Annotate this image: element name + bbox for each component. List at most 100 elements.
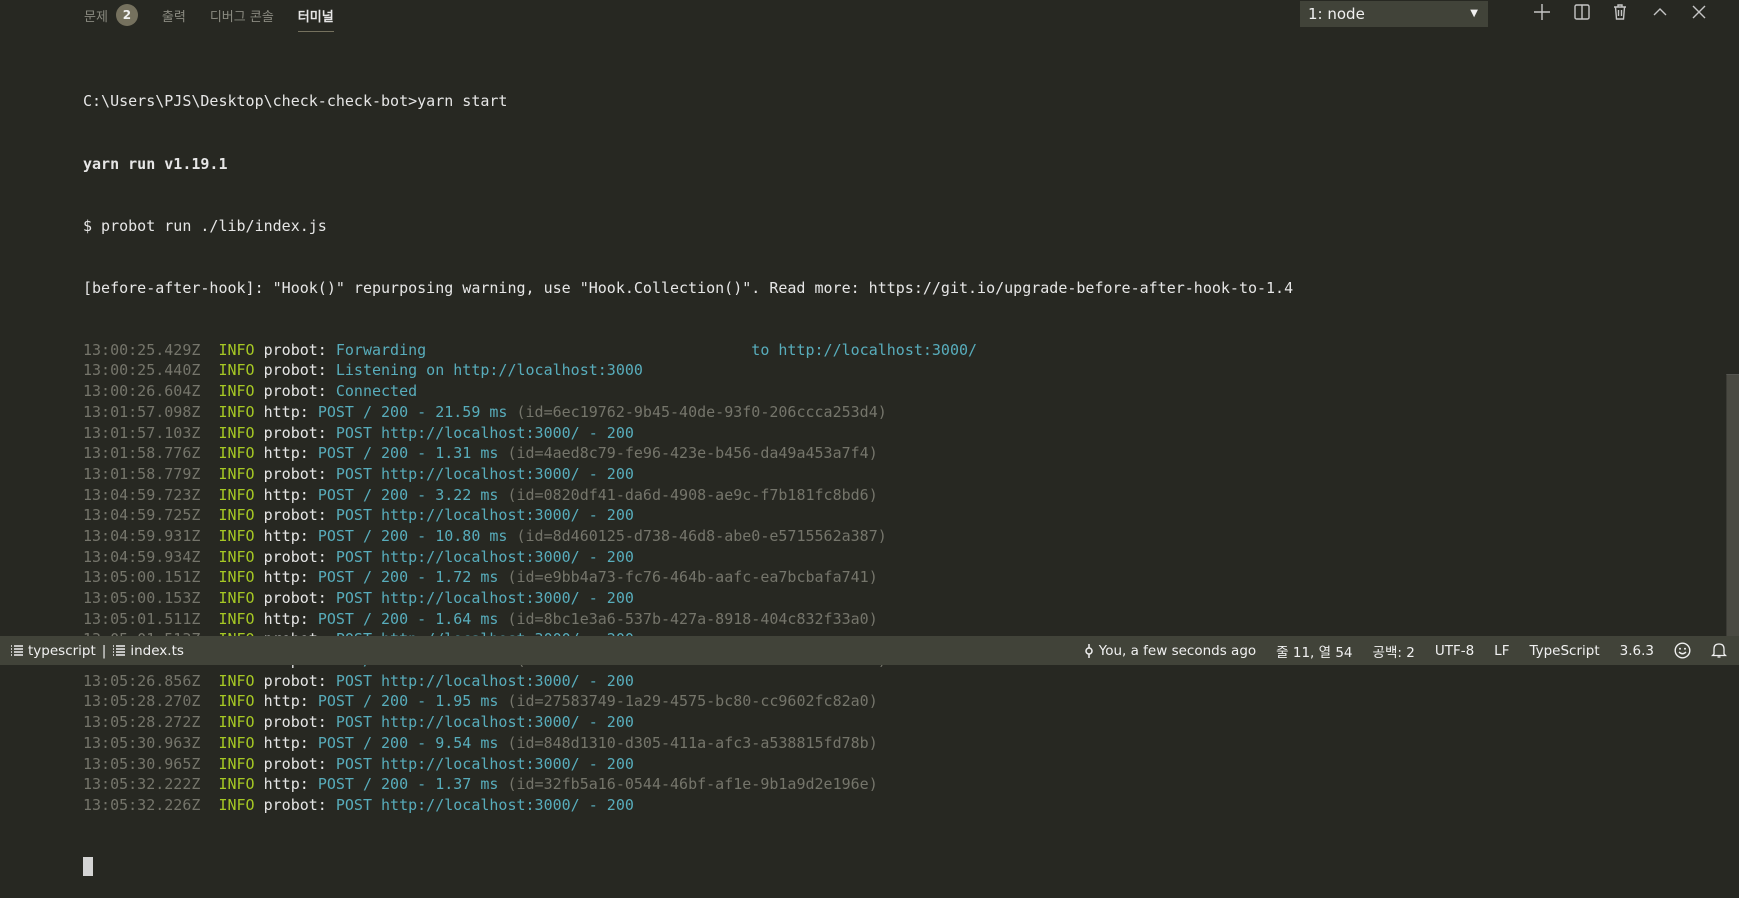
log-source: probot: <box>263 795 327 814</box>
kill-terminal-button[interactable] <box>1608 2 1632 26</box>
log-message: POST / 200 - 1.37 ms <box>317 775 499 794</box>
log-level: INFO <box>218 671 255 690</box>
tab-label: 디버그 콘솔 <box>209 9 274 25</box>
log-timestamp: 13:05:28.270Z <box>83 692 201 711</box>
status-bar: typescript | index.ts You, a few seconds… <box>0 636 1739 665</box>
new-terminal-button[interactable] <box>1530 2 1554 26</box>
log-request-id: (id=e9bb4a73-fc76-464b-aafc-ea7bcbafa741… <box>507 568 878 587</box>
log-message: POST http://localhost:3000/ - 200 <box>335 423 634 442</box>
tab-label: 문제 <box>84 9 108 25</box>
log-message: POST / 200 - 3.22 ms <box>317 485 499 504</box>
log-timestamp: 13:05:00.151Z <box>83 568 201 587</box>
feedback-button[interactable] <box>1674 642 1691 659</box>
terminal-select-value: 1: node <box>1308 5 1365 23</box>
outline-separator: | <box>101 642 107 659</box>
log-message: POST / 200 - 1.95 ms <box>317 692 499 711</box>
log-source: probot: <box>263 671 327 690</box>
log-line: 13:04:59.934Z INFO probot: POST http://l… <box>83 547 1715 568</box>
log-message: Forwarding to http://localhost:3000/ <box>335 340 978 359</box>
log-line: 13:04:59.725Z INFO probot: POST http://l… <box>83 505 1715 526</box>
log-timestamp: 13:05:26.856Z <box>83 671 201 690</box>
log-level: INFO <box>218 547 255 566</box>
log-timestamp: 13:05:00.153Z <box>83 589 201 608</box>
tab-terminal[interactable]: 터미널 <box>297 0 334 32</box>
log-line: 13:00:25.440Z INFO probot: Listening on … <box>83 360 1715 381</box>
log-line: 13:01:58.779Z INFO probot: POST http://l… <box>83 464 1715 485</box>
tab-problems[interactable]: 문제 2 <box>84 0 138 30</box>
log-timestamp: 13:05:30.965Z <box>83 754 201 773</box>
log-timestamp: 13:04:59.931Z <box>83 526 201 545</box>
panel-tabs: 문제 2 출력 디버그 콘솔 터미널 <box>84 0 358 32</box>
list-icon <box>10 644 24 658</box>
ts-version-item[interactable]: 3.6.3 <box>1620 643 1654 659</box>
log-line: 13:01:57.103Z INFO probot: POST http://l… <box>83 423 1715 444</box>
chevron-up-icon <box>1651 3 1669 25</box>
terminal-line: yarn run v1.19.1 <box>83 154 228 173</box>
caret-down-icon: ▼ <box>1470 8 1478 19</box>
terminal-line: [before-after-hook]: "Hook()" repurposin… <box>83 278 1294 297</box>
log-message: POST http://localhost:3000/ - 200 <box>335 754 634 773</box>
log-timestamp: 13:01:57.103Z <box>83 423 201 442</box>
close-panel-button[interactable] <box>1687 2 1711 26</box>
language-mode-item[interactable]: TypeScript <box>1529 643 1599 659</box>
log-message: POST / 200 - 1.31 ms <box>317 444 499 463</box>
log-level: INFO <box>218 609 255 628</box>
encoding-label: UTF-8 <box>1434 642 1475 659</box>
indentation-item[interactable]: 공백: 2 <box>1373 641 1415 661</box>
eol-label: LF <box>1494 642 1510 659</box>
log-source: probot: <box>263 713 327 732</box>
log-line: 13:00:25.429Z INFO probot: Forwarding to… <box>83 340 1715 361</box>
log-message: POST / 200 - 1.64 ms <box>317 609 499 628</box>
eol-item[interactable]: LF <box>1494 643 1509 659</box>
terminal-prompt-line <box>83 857 1715 878</box>
log-timestamp: 13:00:25.429Z <box>83 340 201 359</box>
log-line: 13:00:26.604Z INFO probot: Connected <box>83 381 1715 402</box>
file-outline-item[interactable]: index.ts <box>112 643 184 659</box>
tab-debug-console[interactable]: 디버그 콘솔 <box>210 0 274 30</box>
log-timestamp: 13:01:57.098Z <box>83 402 201 421</box>
cursor-position-item[interactable]: 줄 11, 열 54 <box>1276 641 1352 661</box>
log-line: 13:01:57.098Z INFO http: POST / 200 - 21… <box>83 402 1715 423</box>
cursor-position-label: 줄 11, 열 54 <box>1276 644 1353 661</box>
terminal-output[interactable]: C:\Users\PJS\Desktop\check-check-bot>yar… <box>83 50 1715 898</box>
trash-icon <box>1611 3 1629 25</box>
log-source: http: <box>263 692 309 711</box>
language-outline-item[interactable]: typescript <box>10 643 96 659</box>
log-level: INFO <box>218 775 255 794</box>
smiley-icon <box>1674 642 1691 659</box>
terminal-scrollbar-thumb[interactable] <box>1726 374 1739 637</box>
git-blame-item[interactable]: You, a few seconds ago <box>1084 643 1256 659</box>
log-message: POST http://localhost:3000/ - 200 <box>335 795 634 814</box>
encoding-item[interactable]: UTF-8 <box>1435 643 1474 659</box>
split-terminal-button[interactable] <box>1570 2 1594 26</box>
log-source: http: <box>263 526 309 545</box>
log-line: 13:04:59.723Z INFO http: POST / 200 - 3.… <box>83 485 1715 506</box>
log-level: INFO <box>218 382 255 401</box>
log-level: INFO <box>218 568 255 587</box>
log-source: http: <box>263 402 309 421</box>
plus-icon <box>1533 3 1551 25</box>
file-outline-label: index.ts <box>130 642 184 659</box>
log-line: 13:05:28.272Z INFO probot: POST http://l… <box>83 712 1715 733</box>
log-timestamp: 13:01:58.776Z <box>83 444 201 463</box>
log-request-id: (id=6ec19762-9b45-40de-93f0-206ccca253d4… <box>516 402 887 421</box>
notifications-button[interactable] <box>1711 642 1727 659</box>
log-level: INFO <box>218 754 255 773</box>
log-source: probot: <box>263 382 327 401</box>
terminal-select[interactable]: 1: node ▼ <box>1300 1 1488 27</box>
log-lines: 13:00:25.429Z INFO probot: Forwarding to… <box>83 340 1715 816</box>
log-request-id: (id=4aed8c79-fe96-423e-b456-da49a453a7f4… <box>507 444 878 463</box>
log-line: 13:05:00.153Z INFO probot: POST http://l… <box>83 588 1715 609</box>
log-source: http: <box>263 609 309 628</box>
maximize-panel-button[interactable] <box>1648 2 1672 26</box>
tab-output[interactable]: 출력 <box>162 0 186 30</box>
log-message: POST / 200 - 21.59 ms <box>317 402 508 421</box>
log-source: http: <box>263 485 309 504</box>
log-request-id: (id=8d460125-d738-46d8-abe0-e5715562a387… <box>516 526 887 545</box>
log-message: POST http://localhost:3000/ - 200 <box>335 547 634 566</box>
tab-label: 출력 <box>161 9 186 25</box>
log-line: 13:05:26.856Z INFO probot: POST http://l… <box>83 671 1715 692</box>
log-request-id: (id=848d1310-d305-411a-afc3-a538815fd78b… <box>507 733 878 752</box>
log-level: INFO <box>218 733 255 752</box>
log-timestamp: 13:05:01.511Z <box>83 609 201 628</box>
